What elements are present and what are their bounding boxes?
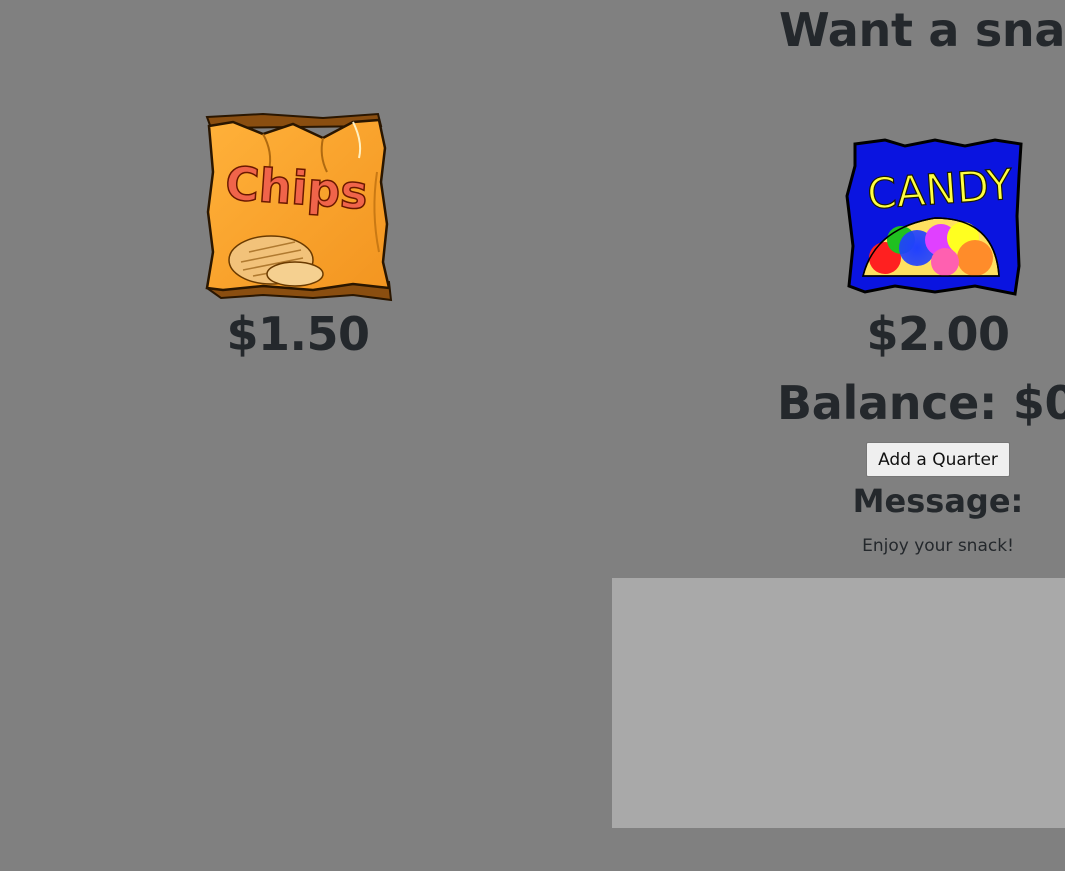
balance-display: Balance: $0.0 [777, 375, 1065, 431]
chips-bag-image[interactable]: Chips [203, 112, 393, 302]
vending-page: Want a snack Chips $1.50 [0, 0, 1065, 871]
candy-price: $2.00 [866, 307, 1010, 361]
page-title: Want a snack [779, 3, 1065, 57]
message-text: Enjoy your snack! [862, 536, 1014, 556]
balance-label: Balance: [777, 376, 998, 430]
svg-text:Chips: Chips [224, 156, 370, 220]
add-quarter-button[interactable]: Add a Quarter [866, 442, 1010, 477]
dispenser-tray [612, 578, 1065, 828]
chips-price: $1.50 [226, 307, 370, 361]
candy-bag-image[interactable]: CANDY [845, 136, 1025, 298]
message-heading: Message: [852, 482, 1024, 520]
balance-value: $0.0 [1012, 376, 1065, 430]
svg-text:CANDY: CANDY [866, 160, 1015, 219]
